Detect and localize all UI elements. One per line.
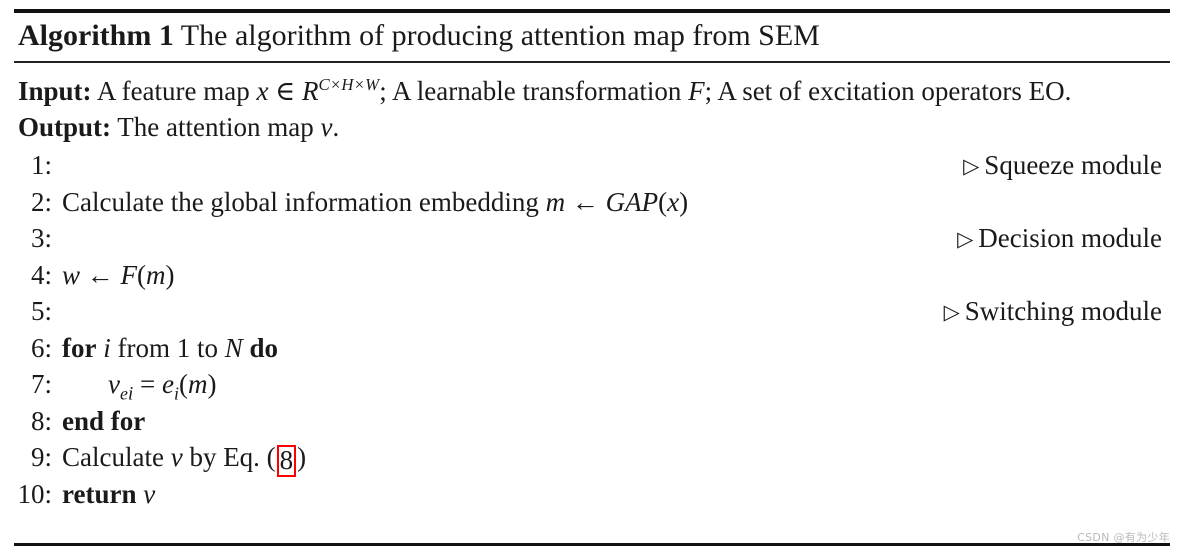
step6-text-to: to — [196, 332, 218, 363]
algorithm-step-4: 4: w ← F(m) — [14, 257, 1170, 294]
step2-paren-open: ( — [658, 186, 668, 217]
step7-paren-close: ) — [207, 369, 217, 399]
step-comment-1: ▷ Squeeze module — [963, 147, 1170, 186]
algorithm-title-text: The algorithm of producing attention map… — [180, 19, 820, 52]
step10-var-v: v — [143, 478, 156, 509]
step2-paren-close: ) — [679, 186, 689, 217]
algorithm-step-9: 9: Calculate v by Eq. (8) — [14, 439, 1170, 477]
step6-text-from: from — [117, 332, 170, 363]
step9-text-c: ) — [297, 442, 307, 472]
step-body-10: return v — [62, 476, 1170, 513]
step7-func-e: e — [162, 369, 175, 399]
output-period: . — [332, 112, 340, 142]
algorithm-step-7: 7: vei = ei(m) — [14, 366, 1170, 405]
step7-sub-e: e — [119, 383, 128, 404]
step4-paren-close: ) — [165, 259, 175, 290]
step-body-9: Calculate v by Eq. (8) — [62, 439, 1170, 477]
step-body-6: for i from 1 to N do — [62, 330, 1170, 367]
step-number-3: 3: — [30, 223, 52, 253]
step2-var-m: m — [545, 186, 566, 217]
algorithm-title: Algorithm 1 The algorithm of producing a… — [14, 13, 1170, 58]
algorithm-step-6: 6: for i from 1 to N do — [14, 330, 1170, 367]
algorithm-step-5: 5: ▷ Switching module — [14, 293, 1170, 330]
step-body-8: end for — [62, 403, 1170, 440]
assign-arrow-icon: ← — [86, 259, 114, 290]
step2-text-a: Calculate the global information embeddi… — [62, 186, 539, 217]
step7-var-m: m — [187, 369, 208, 399]
io-block: Input: A feature map x ∈ RC×H×W; A learn… — [14, 63, 1170, 145]
step6-value-1: 1 — [176, 332, 191, 363]
input-text-b: ; A learnable transformation — [379, 76, 682, 106]
step2-var-x: x — [667, 186, 680, 217]
element-of-symbol: ∈ — [275, 76, 296, 106]
comment-triangle-icon: ▷ — [963, 154, 980, 178]
comment-triangle-icon: ▷ — [943, 300, 960, 324]
keyword-return: return — [62, 478, 137, 509]
input-text-a: A feature map — [96, 76, 250, 106]
algorithm-step-2: 2: Calculate the global information embe… — [14, 184, 1170, 221]
step-comment-text-5: Switching module — [964, 296, 1162, 326]
equals-symbol: = — [140, 369, 156, 399]
step9-text-a: Calculate — [62, 442, 164, 472]
step-number-7: 7: — [30, 369, 52, 399]
equation-reference-highlight: 8 — [276, 445, 297, 477]
comment-triangle-icon: ▷ — [957, 227, 974, 251]
algorithm-steps: 1: ▷ Squeeze module 2: Calculate the glob… — [14, 147, 1170, 512]
step4-var-m: m — [146, 259, 166, 290]
algorithm-block: Algorithm 1 The algorithm of producing a… — [0, 0, 1184, 555]
step7-var-v: v — [108, 369, 120, 399]
step6-var-n: N — [224, 332, 243, 363]
step-body-4: w ← F(m) — [62, 257, 1170, 294]
keyword-for: for — [62, 332, 97, 363]
step-comment-text-1: Squeeze module — [984, 150, 1162, 180]
step-body-2: Calculate the global information embeddi… — [62, 184, 1170, 221]
algorithm-step-3: 3: ▷ Decision module — [14, 220, 1170, 257]
assign-arrow-icon: ← — [571, 186, 599, 217]
keyword-do: do — [249, 332, 279, 363]
input-var-x: x — [256, 76, 269, 106]
step-comment-3: ▷ Decision module — [957, 220, 1170, 259]
step-number-2: 2: — [30, 186, 52, 217]
output-text: The attention map — [117, 112, 314, 142]
step-number-1: 1: — [30, 150, 52, 180]
input-label: Input: — [18, 76, 92, 106]
step-comment-5: ▷ Switching module — [944, 293, 1170, 332]
algorithm-title-label: Algorithm 1 — [18, 19, 174, 52]
input-text-c: ; A set of excitation operators EO. — [704, 76, 1072, 106]
csdn-watermark: CSDN @有为少年 — [1077, 531, 1170, 544]
step7-paren-open: ( — [178, 369, 188, 399]
step4-paren-open: ( — [137, 259, 147, 290]
step-number-5: 5: — [30, 296, 52, 326]
step9-var-v: v — [170, 442, 183, 472]
step-number-8: 8: — [30, 405, 52, 436]
step2-func-gap: GAP — [605, 186, 659, 217]
step9-text-b: by Eq. ( — [189, 442, 276, 472]
keyword-end-for: end for — [62, 405, 146, 436]
input-superscript: C×H×W — [318, 75, 380, 94]
step-number-6: 6: — [30, 332, 52, 363]
bottom-rule — [14, 543, 1170, 546]
step-number-9: 9: — [30, 442, 52, 472]
step-comment-text-3: Decision module — [978, 223, 1162, 253]
output-line: Output: The attention map v. — [18, 109, 1170, 145]
input-line: Input: A feature map x ∈ RC×H×W; A learn… — [18, 67, 1170, 109]
output-label: Output: — [18, 112, 112, 142]
algorithm-step-1: 1: ▷ Squeeze module — [14, 147, 1170, 184]
output-var-v: v — [320, 112, 333, 142]
step-number-4: 4: — [30, 259, 52, 290]
input-var-r: R — [301, 76, 319, 106]
step-number-10: 10: — [17, 478, 52, 509]
step4-var-w: w — [62, 259, 81, 290]
algorithm-step-10: 10: return v — [14, 476, 1170, 513]
algorithm-step-8: 8: end for — [14, 403, 1170, 440]
step6-var-i: i — [103, 332, 111, 363]
input-var-f: F — [688, 76, 705, 106]
step7-subsub-i: i — [127, 383, 134, 405]
step4-func-f: F — [120, 259, 138, 290]
